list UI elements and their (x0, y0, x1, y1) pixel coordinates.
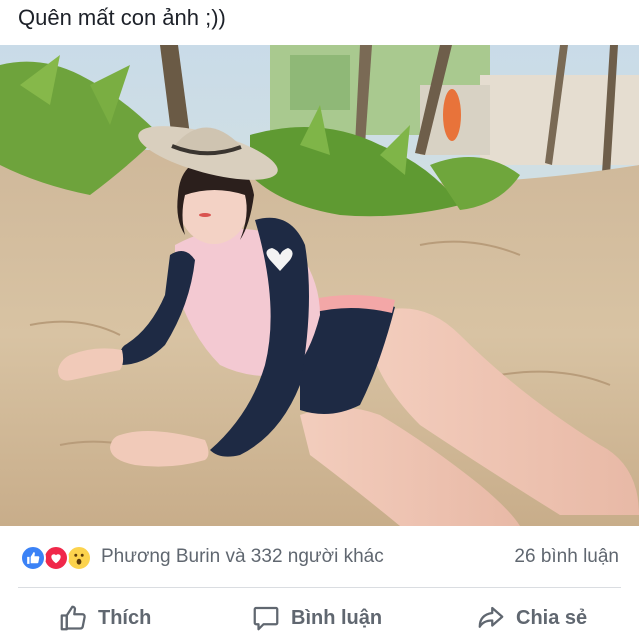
thumbs-up-icon (60, 605, 86, 631)
comment-button[interactable]: Bình luận (251, 600, 382, 636)
share-button[interactable]: Chia sẻ (476, 600, 587, 636)
reaction-icons[interactable] (20, 545, 98, 571)
post-actions: Thích Bình luận Chia sẻ (0, 596, 639, 640)
comment-label: Bình luận (291, 606, 383, 629)
post-caption: Quên mất con ảnh ;)) (18, 5, 226, 30)
love-reaction-icon (43, 545, 69, 571)
share-label: Chia sẻ (516, 606, 588, 629)
like-label: Thích (98, 606, 152, 629)
speech-bubble-icon (253, 606, 279, 631)
like-button[interactable]: Thích (58, 600, 151, 636)
divider (18, 587, 621, 588)
wow-reaction-icon (66, 545, 92, 571)
post-photo[interactable] (0, 45, 639, 526)
reaction-summary[interactable]: Phương Burin và 332 người khác (101, 546, 384, 568)
share-arrow-icon (478, 606, 504, 628)
comment-count[interactable]: 26 bình luận (514, 546, 619, 568)
like-reaction-icon (20, 545, 46, 571)
reactions-bar: Phương Burin và 332 người khác 26 bình l… (0, 532, 639, 582)
